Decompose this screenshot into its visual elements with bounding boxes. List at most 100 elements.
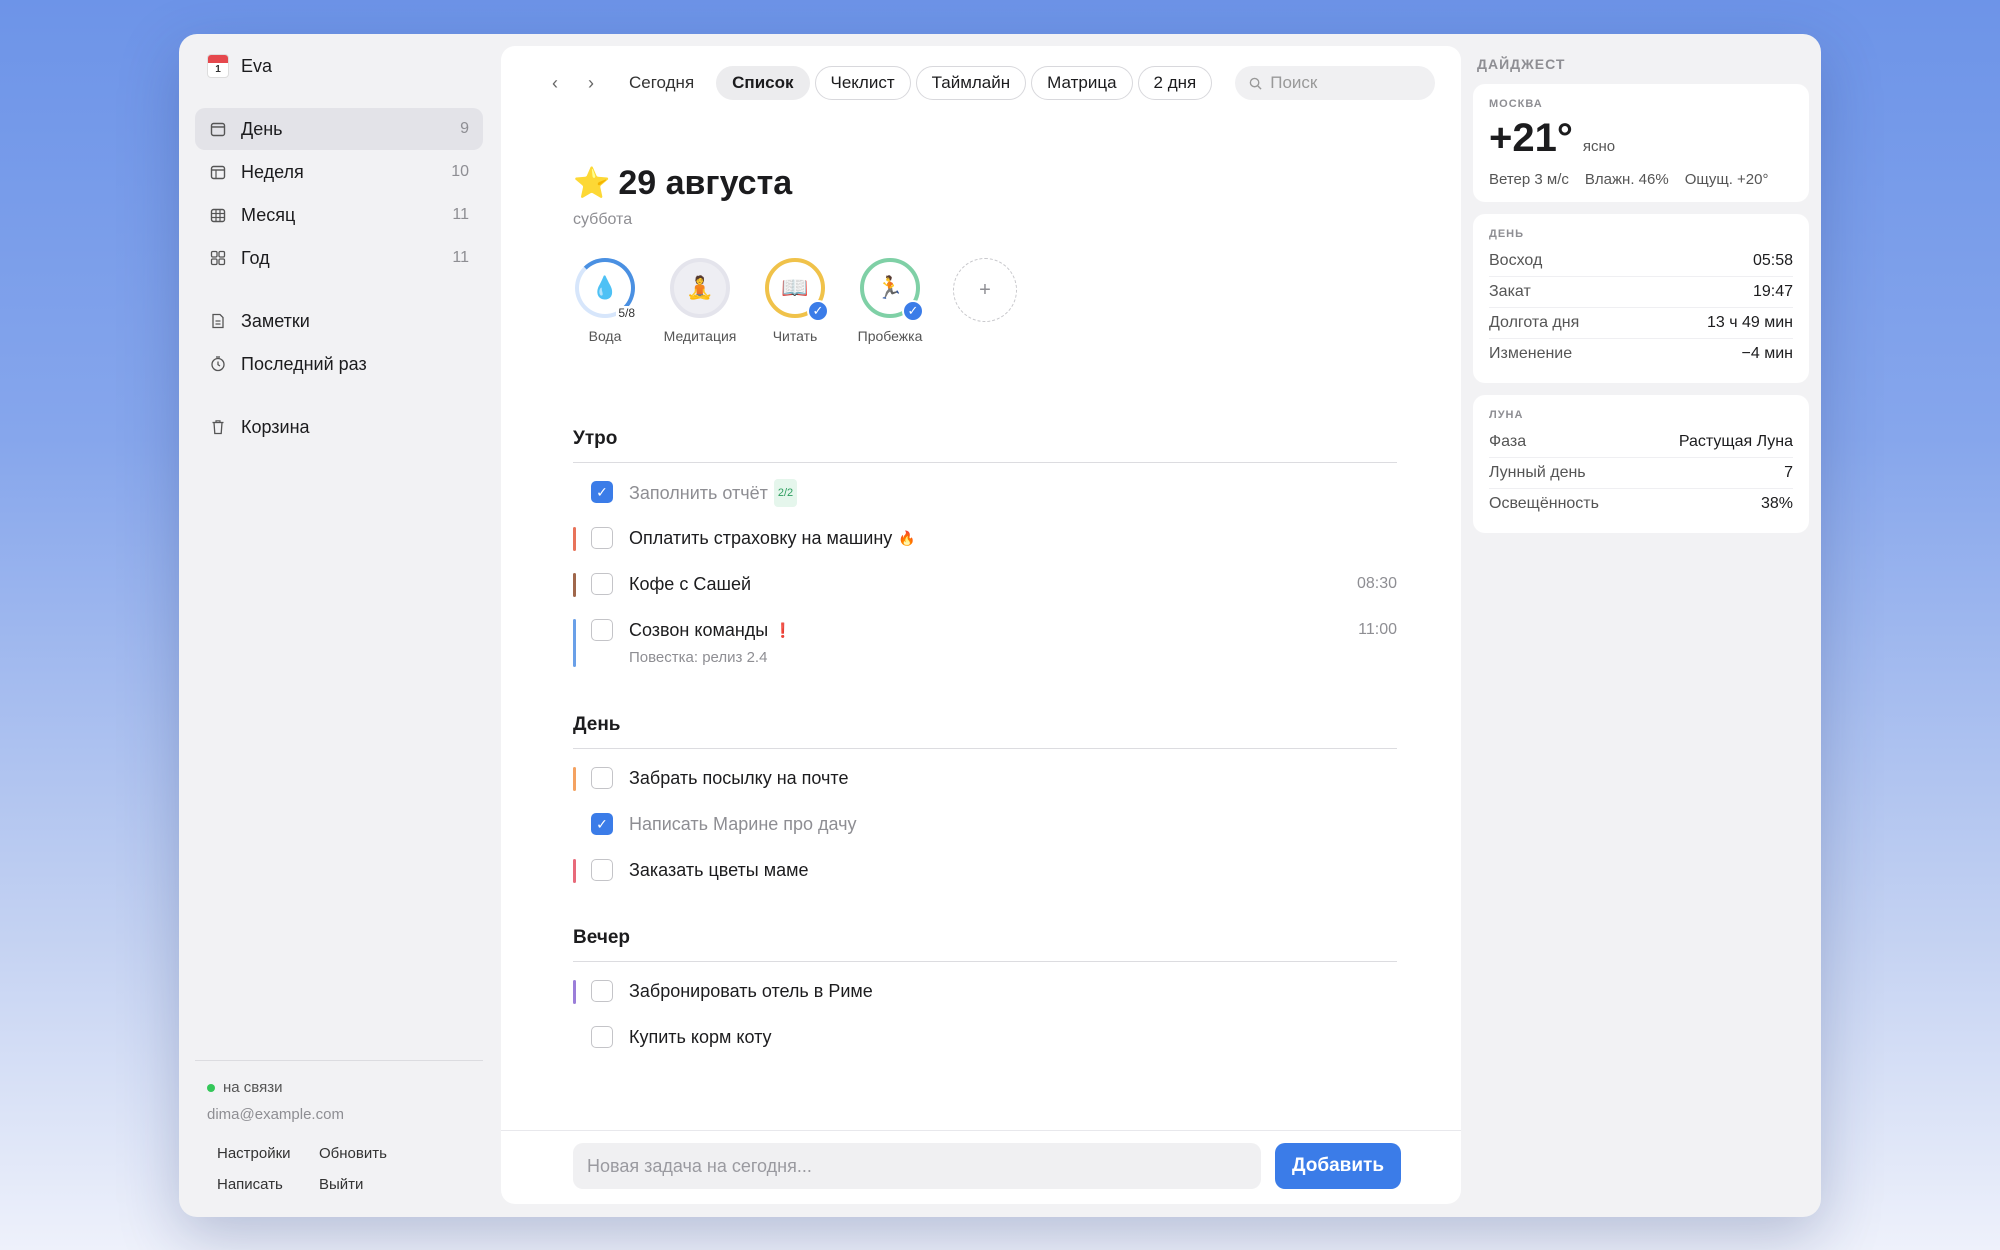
refresh-link[interactable]: Обновить bbox=[319, 1145, 429, 1162]
section-title: Вечер bbox=[573, 927, 1397, 962]
task-title[interactable]: Забронировать отель в Риме bbox=[629, 978, 1397, 1004]
sidebar-item-trash[interactable]: Корзина bbox=[195, 406, 483, 448]
task-checkbox[interactable] bbox=[591, 1026, 613, 1048]
weather-stats: Ветер 3 м/с Влажн. 46% Ощущ. +20° bbox=[1489, 171, 1793, 188]
sidebar-item-day[interactable]: День 9 bbox=[195, 108, 483, 150]
kv-row: Восход 05:58 bbox=[1489, 246, 1793, 277]
task-checkbox[interactable] bbox=[591, 527, 613, 549]
habit-read[interactable]: 📖 ✓ Читать bbox=[763, 258, 829, 344]
connection-status: на связи bbox=[195, 1079, 483, 1096]
task-checkbox[interactable]: ✓ bbox=[591, 481, 613, 503]
task-title[interactable]: Созвон команды ❗ bbox=[629, 617, 1358, 643]
task-text: Заполнить отчёт bbox=[629, 483, 768, 503]
fire-icon: 🔥 bbox=[898, 530, 916, 546]
task-text: Оплатить страховку на машину bbox=[629, 528, 893, 548]
wind: Ветер 3 м/с bbox=[1489, 171, 1569, 188]
digest-heading: ДАЙДЖЕСТ bbox=[1477, 56, 1566, 72]
task-body: Забронировать отель в Риме bbox=[629, 978, 1397, 1004]
habit-run[interactable]: 🏃 ✓ Пробежка bbox=[858, 258, 924, 344]
task-item: Оплатить страховку на машину 🔥 bbox=[573, 525, 1397, 555]
sidebar-item-week[interactable]: Неделя 10 bbox=[195, 151, 483, 193]
task-checkbox[interactable] bbox=[591, 767, 613, 789]
weekday-label: суббота bbox=[573, 211, 633, 228]
feels-like: Ощущ. +20° bbox=[1684, 171, 1769, 188]
task-text: Кофе с Сашей bbox=[629, 574, 752, 594]
section-title: День bbox=[573, 714, 1397, 749]
task-item: ✓ Написать Марине про дачу bbox=[573, 811, 1397, 841]
plus-icon: + bbox=[953, 258, 1017, 322]
settings-link[interactable]: Настройки bbox=[217, 1145, 319, 1162]
task-checkbox[interactable] bbox=[591, 980, 613, 1002]
footer-links: Настройки Обновить Написать Выйти bbox=[195, 1145, 483, 1193]
task-title[interactable]: Написать Марине про дачу bbox=[629, 811, 1397, 837]
card-caption: ДЕНЬ bbox=[1489, 228, 1525, 240]
chevron-left-icon[interactable]: ‹ bbox=[543, 66, 567, 100]
habit-label: Читать bbox=[772, 328, 818, 344]
today-button[interactable]: Сегодня bbox=[629, 73, 694, 93]
task-checkbox[interactable] bbox=[591, 573, 613, 595]
habit-meditation[interactable]: 🧘 Медитация bbox=[664, 258, 736, 344]
habit-progress: 5/8 bbox=[616, 306, 637, 320]
task-checkbox[interactable]: ✓ bbox=[591, 813, 613, 835]
chevron-right-icon[interactable]: › bbox=[579, 66, 603, 100]
temperature: +21° bbox=[1489, 116, 1573, 160]
task-body: Созвон команды ❗ Повестка: релиз 2.4 bbox=[629, 617, 1358, 666]
tab-list[interactable]: Список bbox=[716, 66, 810, 100]
temp-row: +21° ясно bbox=[1489, 116, 1793, 161]
book-icon: 📖 bbox=[781, 275, 809, 300]
add-task-button[interactable]: Добавить bbox=[1275, 1143, 1401, 1189]
priority-bar bbox=[573, 767, 576, 791]
task-note: Повестка: релиз 2.4 bbox=[629, 649, 768, 666]
search-input[interactable]: Поиск bbox=[1235, 66, 1436, 100]
task-body: Оплатить страховку на машину 🔥 bbox=[629, 525, 1397, 551]
task-text: Созвон команды bbox=[629, 620, 769, 640]
task-body: Написать Марине про дачу bbox=[629, 811, 1397, 837]
app-window: 1 Eva День 9 Неделя 10 Месяц 11 Год 11 З… bbox=[179, 34, 1821, 1217]
task-title[interactable]: Заказать цветы маме bbox=[629, 857, 1397, 883]
task-checkbox[interactable] bbox=[591, 859, 613, 881]
kv-key: Освещённость bbox=[1489, 495, 1599, 512]
sidebar-item-year[interactable]: Год 11 bbox=[195, 237, 483, 279]
status-text: на связи bbox=[223, 1079, 283, 1096]
task-title[interactable]: Купить корм коту bbox=[629, 1024, 1397, 1050]
checkmark-icon: ✓ bbox=[807, 300, 829, 322]
task-time: 11:00 bbox=[1358, 621, 1397, 638]
sidebar-footer: на связи dima@example.com Настройки Обно… bbox=[195, 1060, 483, 1193]
task-title[interactable]: Заполнить отчёт 2/2 bbox=[629, 479, 1397, 507]
new-task-input[interactable] bbox=[573, 1143, 1261, 1189]
kv-row: Изменение −4 мин bbox=[1489, 339, 1793, 369]
toolbar: ‹ › Сегодня Список Чеклист Таймлайн Матр… bbox=[543, 66, 1436, 100]
habit-ring: 💧 5/8 bbox=[575, 258, 637, 320]
section-morning: Утро ✓ Заполнить отчёт 2/2 Оплатить стра… bbox=[573, 428, 1397, 667]
sidebar-item-notes[interactable]: Заметки bbox=[195, 300, 483, 342]
meditation-icon: 🧘 bbox=[686, 275, 714, 300]
tab-timeline[interactable]: Таймлайн bbox=[915, 66, 1027, 100]
kv-row: Закат 19:47 bbox=[1489, 277, 1793, 308]
sidebar-item-label: Последний раз bbox=[241, 353, 367, 374]
task-title[interactable]: Оплатить страховку на машину 🔥 bbox=[629, 525, 1397, 551]
task-checkbox[interactable] bbox=[591, 619, 613, 641]
task-body: Купить корм коту bbox=[629, 1024, 1397, 1050]
task-body: Кофе с Сашей bbox=[629, 571, 1357, 597]
sidebar-item-label: Месяц bbox=[241, 204, 296, 225]
task-title[interactable]: Забрать посылку на почте bbox=[629, 765, 1397, 791]
task-title[interactable]: Кофе с Сашей bbox=[629, 571, 1357, 597]
tab-matrix[interactable]: Матрица bbox=[1031, 66, 1133, 100]
tab-two-days[interactable]: 2 дня bbox=[1137, 66, 1213, 100]
habit-water[interactable]: 💧 5/8 Вода bbox=[573, 258, 637, 344]
sidebar-item-last-time[interactable]: Последний раз bbox=[195, 343, 483, 385]
priority-bar bbox=[573, 859, 576, 883]
logout-link[interactable]: Выйти bbox=[319, 1176, 429, 1193]
weather-city: МОСКВА bbox=[1489, 98, 1543, 110]
add-habit-button[interactable]: + bbox=[953, 258, 1017, 344]
kv-value: 05:58 bbox=[1752, 252, 1793, 269]
kv-row: Фаза Растущая Луна bbox=[1489, 427, 1793, 458]
tab-checklist[interactable]: Чеклист bbox=[814, 66, 911, 100]
sidebar-nav: День 9 Неделя 10 Месяц 11 Год 11 Заметки… bbox=[195, 108, 483, 449]
sidebar-item-month[interactable]: Месяц 11 bbox=[195, 194, 483, 236]
day-card: ДЕНЬ Восход 05:58 Закат 19:47 Долгота дня 1… bbox=[1473, 214, 1809, 383]
sidebar-item-count: 11 bbox=[452, 206, 469, 223]
brand: 1 Eva bbox=[207, 54, 272, 78]
write-link[interactable]: Написать bbox=[217, 1176, 319, 1193]
task-body: Забрать посылку на почте bbox=[629, 765, 1397, 791]
